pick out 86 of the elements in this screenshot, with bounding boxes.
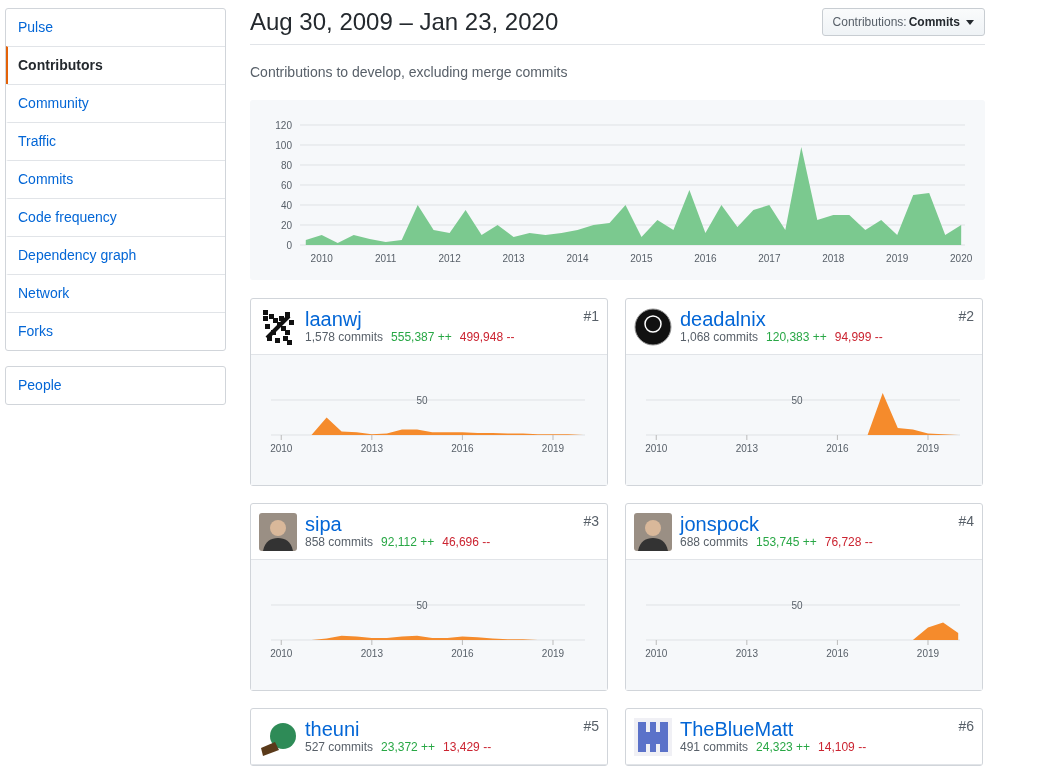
commit-count: 688 commits [680, 535, 749, 549]
username-link[interactable]: deadalnix [680, 308, 951, 330]
axis-label: 2019 [916, 443, 940, 454]
axis-label: 2012 [438, 253, 461, 264]
sidebar-item[interactable]: Pulse [6, 9, 225, 46]
axis-label: 2013 [735, 443, 758, 454]
axis-label: 2016 [826, 648, 849, 659]
deletions-count: 13,429 -- [443, 740, 492, 754]
username-link[interactable]: theuni [305, 718, 576, 740]
sidebar-item[interactable]: Dependency graph [6, 236, 225, 274]
rank-number: #5 [583, 718, 599, 734]
axis-label: 20 [280, 220, 292, 231]
rank-number: #6 [958, 718, 974, 734]
deletions-count: 46,696 -- [442, 535, 491, 549]
avatar-icon [634, 308, 672, 346]
commit-count: 1,578 commits [305, 330, 384, 344]
additions-count: 120,383 ++ [766, 330, 827, 344]
axis-label: 2016 [694, 253, 717, 264]
caret-icon [966, 19, 974, 25]
rank-number: #2 [958, 308, 974, 324]
deletions-count: 76,728 -- [824, 535, 873, 549]
axis-label: 2018 [822, 253, 845, 264]
axis-label: 2017 [758, 253, 781, 264]
gridline-label: 50 [416, 600, 428, 611]
avatar-icon [634, 718, 672, 756]
username-link[interactable]: TheBlueMatt [680, 718, 951, 740]
avatar-icon [259, 513, 297, 551]
additions-count: 24,323 ++ [756, 740, 811, 754]
commit-count: 1,068 commits [680, 330, 759, 344]
axis-label: 2013 [735, 648, 758, 659]
axis-label: 2013 [360, 443, 383, 454]
rank-number: #1 [583, 308, 599, 324]
axis-label: 2010 [645, 443, 668, 454]
chart-description: Contributions to develop, excluding merge commits [250, 64, 569, 80]
deletions-count: 94,999 -- [834, 330, 883, 344]
axis-label: 2010 [645, 648, 668, 659]
axis-label: 2015 [630, 253, 653, 264]
axis-label: 60 [280, 180, 292, 191]
sidebar-item[interactable]: Commits [6, 160, 225, 198]
axis-label: 2011 [374, 253, 397, 264]
additions-count: 23,372 ++ [381, 740, 436, 754]
commit-count: 491 commits [680, 740, 749, 754]
axis-label: 2019 [916, 648, 940, 659]
date-range-title: Aug 30, 2009 – Jan 23, 2020 [250, 8, 559, 36]
deletions-count: 14,109 -- [818, 740, 867, 754]
axis-label: 2010 [270, 648, 293, 659]
axis-label: 2016 [451, 648, 474, 659]
sidebar-item[interactable]: Community [6, 84, 225, 122]
rank-number: #4 [958, 513, 974, 529]
axis-label: 40 [280, 200, 292, 211]
additions-count: 153,745 ++ [756, 535, 817, 549]
axis-label: 2010 [270, 443, 293, 454]
axis-label: 2016 [826, 443, 849, 454]
rank-number: #3 [583, 513, 599, 529]
commit-count: 858 commits [305, 535, 374, 549]
axis-label: 0 [286, 240, 292, 251]
axis-label: 2013 [360, 648, 383, 659]
gridline-label: 50 [416, 395, 428, 406]
sidebar-item[interactable]: Contributors [6, 46, 225, 84]
axis-label: 2013 [502, 253, 525, 264]
axis-label: 80 [280, 160, 292, 171]
axis-label: 2014 [566, 253, 589, 264]
sidebar-item[interactable]: People [6, 367, 225, 404]
avatar-icon [634, 513, 672, 551]
gridline-label: 50 [791, 395, 803, 406]
deletions-count: 499,948 -- [459, 330, 515, 344]
additions-count: 92,112 ++ [381, 535, 435, 549]
sidebar-item[interactable]: Code frequency [6, 198, 225, 236]
axis-label: 2010 [310, 253, 333, 264]
axis-label: 100 [275, 140, 292, 151]
sidebar-item[interactable]: Forks [6, 312, 225, 350]
gridline-label: 50 [791, 600, 803, 611]
sidebar-item[interactable]: Network [6, 274, 225, 312]
username-link[interactable]: laanwj [305, 308, 576, 330]
contributions-dropdown[interactable]: Contributions: Commits [821, 8, 985, 36]
username-link[interactable]: jonspock [680, 513, 951, 535]
axis-label: 120 [275, 120, 292, 131]
axis-label: 2016 [451, 443, 474, 454]
axis-label: 2019 [541, 648, 565, 659]
axis-label: 2019 [541, 443, 565, 454]
additions-count: 555,387 ++ [391, 330, 452, 344]
commit-count: 527 commits [305, 740, 374, 754]
sidebar-item[interactable]: Traffic [6, 122, 225, 160]
axis-label: 2019 [886, 253, 909, 264]
username-link[interactable]: sipa [305, 513, 576, 535]
axis-label: 2020 [950, 253, 973, 264]
